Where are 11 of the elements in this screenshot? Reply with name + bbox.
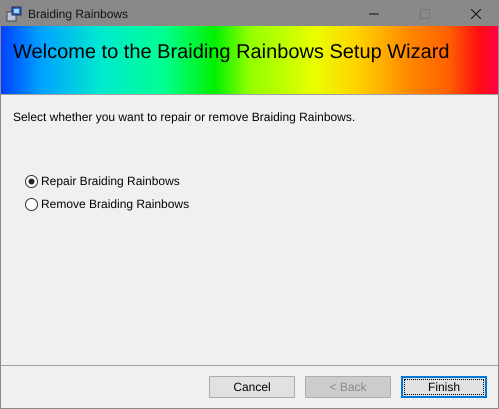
- window-title: Braiding Rainbows: [28, 6, 130, 20]
- banner-title: Welcome to the Braiding Rainbows Setup Wizard: [13, 41, 451, 64]
- radio-option[interactable]: Repair Braiding Rainbows: [25, 174, 180, 188]
- wizard-button[interactable]: Cancel: [209, 376, 295, 398]
- radio-option[interactable]: Remove Braiding Rainbows: [25, 197, 190, 211]
- close-icon: [470, 8, 480, 18]
- instruction-text: Select whether you want to repair or remove Braiding Rainbows.: [13, 110, 356, 124]
- installer-icon: [6, 6, 22, 22]
- radio-button[interactable]: [25, 198, 38, 210]
- radio-button[interactable]: [25, 174, 38, 188]
- wizard-button[interactable]: Finish: [401, 376, 487, 398]
